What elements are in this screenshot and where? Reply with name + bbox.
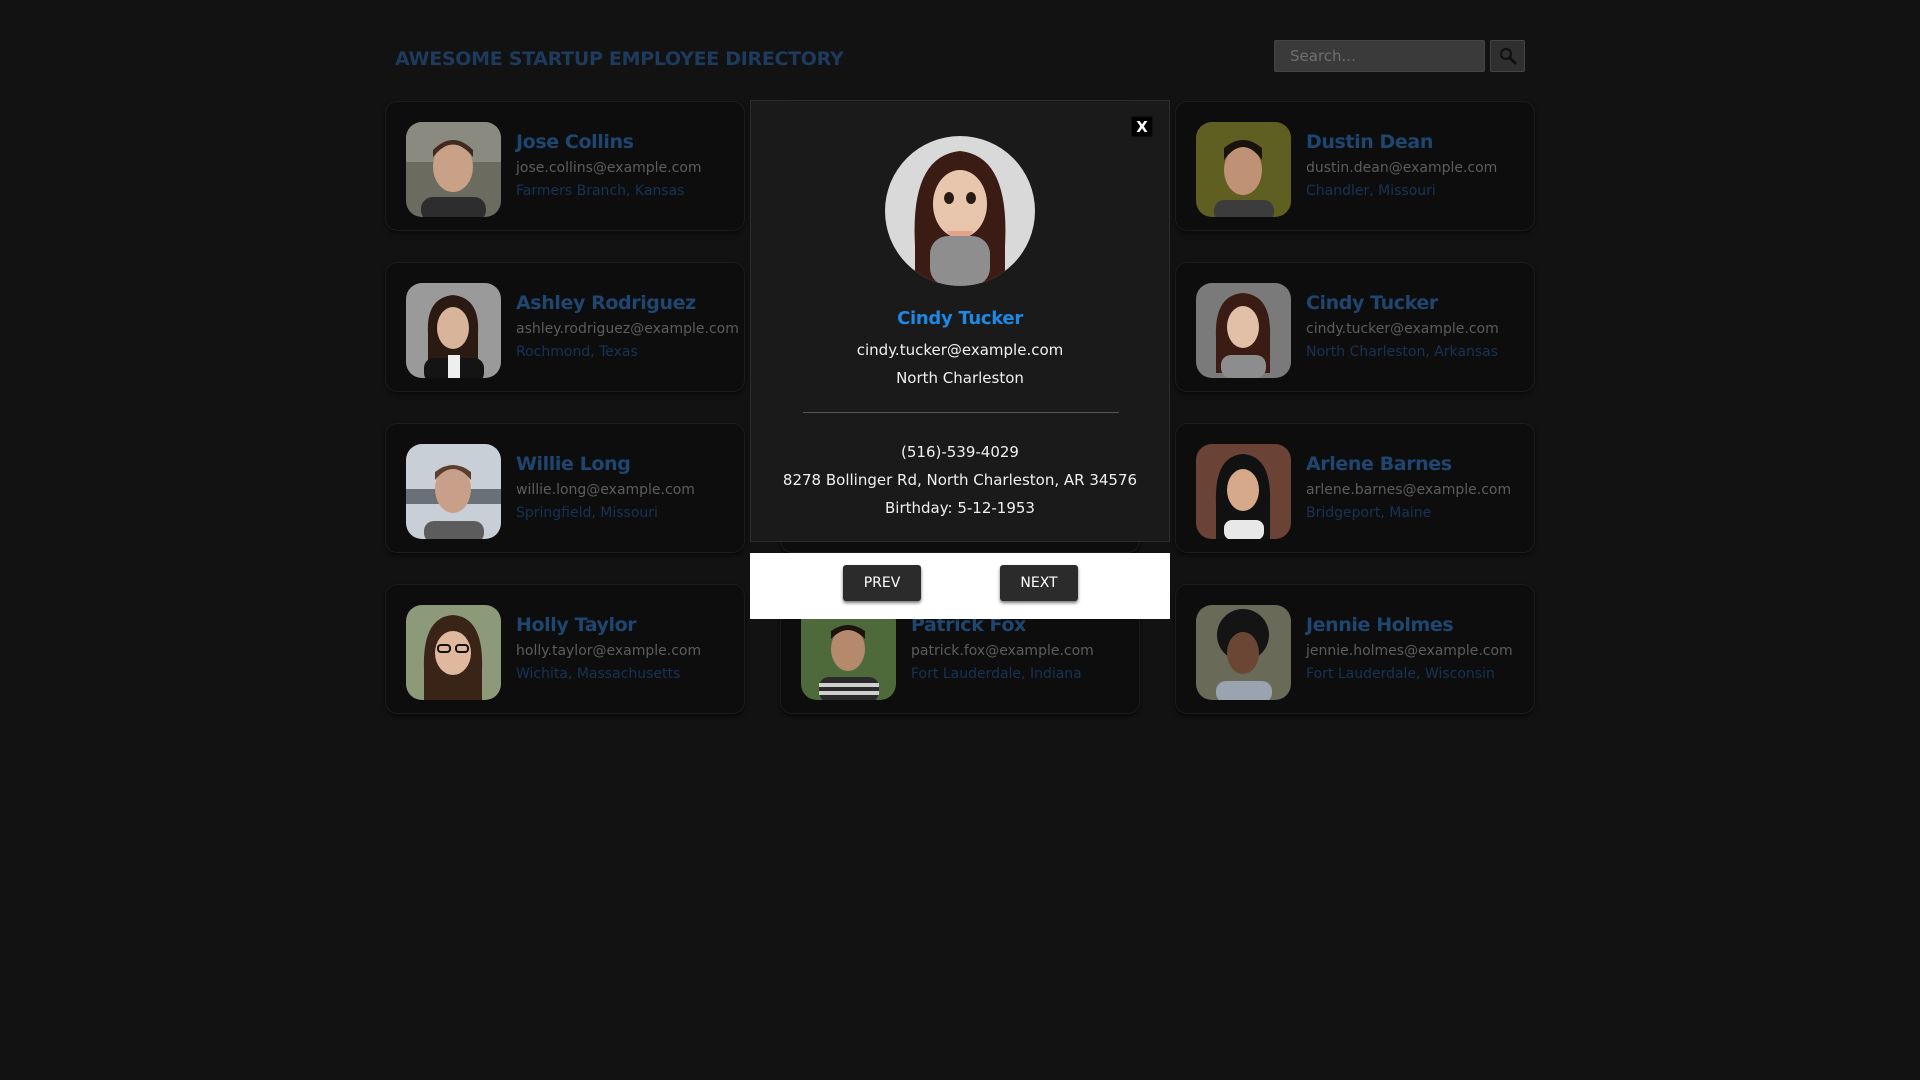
employee-location: Fort Lauderdale, Indiana <box>911 666 1082 682</box>
employee-name: Willie Long <box>516 453 631 475</box>
employee-avatar <box>406 605 501 700</box>
prev-button[interactable]: PREV <box>843 565 921 601</box>
employee-avatar <box>801 605 896 700</box>
modal-city: North Charleston <box>896 369 1024 387</box>
employee-location: Chandler, Missouri <box>1306 183 1436 199</box>
employee-avatar <box>406 444 501 539</box>
close-button[interactable]: X <box>1131 116 1153 137</box>
employee-email: patrick.fox@example.com <box>911 643 1094 659</box>
modal-address: 8278 Bollinger Rd, North Charleston, AR … <box>782 471 1138 489</box>
modal-email: cindy.tucker@example.com <box>856 341 1064 359</box>
employee-email: cindy.tucker@example.com <box>1306 321 1499 337</box>
employee-card[interactable]: Jose Collins jose.collins@example.com Fa… <box>385 101 745 231</box>
employee-location: North Charleston, Arkansas <box>1306 344 1499 360</box>
employee-avatar <box>1196 283 1291 378</box>
employee-name: Dustin Dean <box>1306 131 1433 153</box>
employee-avatar <box>406 122 501 217</box>
employee-card[interactable]: Jennie Holmes jennie.holmes@example.com … <box>1175 584 1535 714</box>
employee-email: dustin.dean@example.com <box>1306 160 1498 176</box>
employee-location: Rochmond, Texas <box>516 344 638 360</box>
modal-birthday: Birthday: 5-12-1953 <box>885 499 1035 517</box>
employee-name: Jennie Holmes <box>1306 614 1454 636</box>
page-title: AWESOME STARTUP EMPLOYEE DIRECTORY <box>395 48 844 70</box>
employee-email: willie.long@example.com <box>516 482 695 498</box>
employee-email: jose.collins@example.com <box>516 160 702 176</box>
employee-email: holly.taylor@example.com <box>516 643 702 659</box>
employee-location: Wichita, Massachusetts <box>516 666 681 682</box>
employee-card[interactable]: Cindy Tucker cindy.tucker@example.com No… <box>1175 262 1535 392</box>
employee-name: Jose Collins <box>516 131 634 153</box>
employee-name: Ashley Rodriguez <box>516 292 696 314</box>
employee-location: Springfield, Missouri <box>516 505 658 521</box>
employee-name: Cindy Tucker <box>1306 292 1438 314</box>
employee-avatar <box>406 283 501 378</box>
employee-avatar <box>1196 122 1291 217</box>
modal-avatar <box>885 136 1035 286</box>
next-button[interactable]: NEXT <box>1000 565 1078 601</box>
employee-location: Bridgeport, Maine <box>1306 505 1432 521</box>
employee-card[interactable]: Willie Long willie.long@example.com Spri… <box>385 423 745 553</box>
employee-email: ashley.rodriguez@example.com <box>516 321 739 337</box>
search-icon <box>1499 47 1516 65</box>
employee-avatar <box>1196 605 1291 700</box>
employee-card[interactable]: Holly Taylor holly.taylor@example.com Wi… <box>385 584 745 714</box>
modal-divider <box>803 412 1119 413</box>
employee-email: arlene.barnes@example.com <box>1306 482 1512 498</box>
employee-card[interactable]: Arlene Barnes arlene.barnes@example.com … <box>1175 423 1535 553</box>
modal-nav-bar: PREV NEXT <box>750 553 1170 619</box>
employee-card[interactable]: Ashley Rodriguez ashley.rodriguez@exampl… <box>385 262 745 392</box>
employee-name: Arlene Barnes <box>1306 453 1452 475</box>
search-input[interactable] <box>1274 40 1485 72</box>
search-button[interactable] <box>1490 40 1525 72</box>
employee-location: Farmers Branch, Kansas <box>516 183 685 199</box>
modal-phone: (516)-539-4029 <box>901 443 1019 461</box>
employee-avatar <box>1196 444 1291 539</box>
directory-page: AWESOME STARTUP EMPLOYEE DIRECTORY Jose … <box>0 0 1920 1080</box>
modal-name: Cindy Tucker <box>897 308 1023 329</box>
employee-modal: X Cindy Tucker cindy.tucker@example.com … <box>750 100 1170 542</box>
employee-location: Fort Lauderdale, Wisconsin <box>1306 666 1495 682</box>
employee-name: Holly Taylor <box>516 614 637 636</box>
employee-email: jennie.holmes@example.com <box>1306 643 1513 659</box>
employee-card[interactable]: Dustin Dean dustin.dean@example.com Chan… <box>1175 101 1535 231</box>
